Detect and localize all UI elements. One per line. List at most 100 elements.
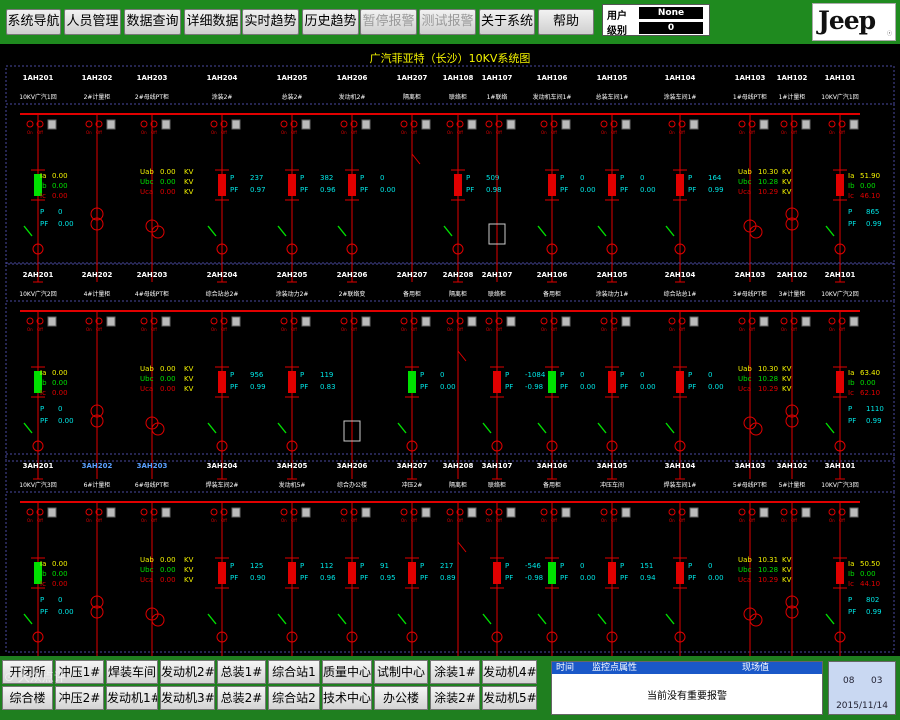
area-button-1-7[interactable]: 办公楼 <box>374 686 428 710</box>
pf-label: PF <box>560 383 568 391</box>
cabinet-id: 1AH203 <box>137 74 168 82</box>
panel-icon <box>689 316 699 327</box>
cabinet-id: 1AH105 <box>597 74 628 82</box>
p-value: 0 <box>640 174 644 182</box>
pf-label: PF <box>360 186 368 194</box>
kv-label: KV <box>782 385 792 393</box>
kv-label: KV <box>782 178 792 186</box>
area-button-1-9[interactable]: 发动机5# <box>482 686 537 710</box>
p-value: 0 <box>580 562 584 570</box>
area-button-0-5[interactable]: 综合站1 <box>268 660 320 684</box>
panel-icon <box>161 507 171 518</box>
cabinet-name: 隔离柜 <box>403 93 421 101</box>
ground-switch <box>597 422 607 434</box>
nav-button-2[interactable]: 数据查询 <box>124 9 181 35</box>
ground-switch <box>825 613 835 625</box>
area-button-1-5[interactable]: 综合站2 <box>268 686 320 710</box>
panel-icon <box>231 119 241 130</box>
cabinet-id: 2AH204 <box>207 271 238 279</box>
nav-button-4[interactable]: 实时趋势 <box>242 9 299 35</box>
on-label: On <box>486 327 492 332</box>
on-label: On <box>86 327 92 332</box>
nav-button-1[interactable]: 人员管理 <box>64 9 121 35</box>
panel-icon <box>161 119 171 130</box>
on-label: On <box>669 130 675 135</box>
cabinet-name: 4#母线PT柜 <box>135 290 169 298</box>
p-label: P <box>620 562 624 570</box>
on-indicator <box>210 120 218 128</box>
area-button-0-8[interactable]: 涂装1# <box>430 660 480 684</box>
breaker-block <box>218 174 226 196</box>
kv-label: KV <box>782 375 792 383</box>
nav-button-3[interactable]: 详细数据 <box>184 9 241 35</box>
pf-label: PF <box>300 574 308 582</box>
ia-label: Ia <box>40 369 46 377</box>
nav-button-6[interactable]: 暂停报警 <box>360 9 417 35</box>
p-label: P <box>688 371 692 379</box>
area-button-1-8[interactable]: 涂装2# <box>430 686 480 710</box>
ubc-label: Ubc <box>738 178 752 186</box>
pf-value: 0.00 <box>580 383 596 391</box>
area-button-0-4[interactable]: 总装1# <box>217 660 266 684</box>
feeder-3ah105: On OffPPF1510.94 <box>597 502 656 656</box>
area-button-1-3[interactable]: 发动机3# <box>160 686 215 710</box>
feeder-1ah104: On OffPPF1640.99 <box>665 114 724 283</box>
feeder-1ah105: On OffPPF00.00 <box>597 114 656 283</box>
ubc-label: Ubc <box>140 566 154 574</box>
kv-label: KV <box>184 168 194 176</box>
cabinet-name: 隔离柜 <box>449 290 467 298</box>
feeder-1ah101: On OffIaIbIc51.900.0046.10PPF8650.99 <box>825 114 882 283</box>
cabinet-id: 1AH205 <box>277 74 308 82</box>
breaker-block <box>218 371 226 393</box>
ground-switch <box>597 225 607 237</box>
breaker-block <box>408 562 416 584</box>
p-label: P <box>420 562 424 570</box>
p-value: 0 <box>640 371 644 379</box>
kv-label: KV <box>184 178 194 186</box>
feeder-1ah203: On OffUabUbcUca0.000.000.00KVKVKV <box>140 114 194 282</box>
feeder-3ah206: On OffPPF910.95 <box>337 502 396 656</box>
panel-icon <box>301 316 311 327</box>
panel-icon <box>801 316 811 327</box>
pf-value: 0.96 <box>320 574 336 582</box>
ib-value: 0.00 <box>52 379 68 387</box>
cabinet-id: 3AH107 <box>482 462 513 470</box>
breaker-block <box>548 371 556 393</box>
cabinet-name: 10KV广汽1回 <box>821 93 859 101</box>
alarm-panel: 时间 监控点属性 现场值 当前没有重要报警 <box>551 661 823 715</box>
pf-label: PF <box>560 186 568 194</box>
nav-button-7[interactable]: 测试报警 <box>419 9 476 35</box>
on-indicator <box>340 508 348 516</box>
uca-label: Uca <box>140 576 153 584</box>
pf-value: -0.98 <box>525 383 543 391</box>
cabinet-id: 1AH101 <box>825 74 856 82</box>
pf-label: PF <box>300 383 308 391</box>
isolator-blade <box>411 153 421 165</box>
nav-button-8[interactable]: 关于系统 <box>479 9 535 35</box>
p-label: P <box>230 371 234 379</box>
nav-button-5[interactable]: 历史趋势 <box>302 9 359 35</box>
nav-button-0[interactable]: 系统导航 <box>6 9 61 35</box>
kv-label: KV <box>782 556 792 564</box>
area-button-0-6[interactable]: 质量中心 <box>322 660 372 684</box>
area-button-1-6[interactable]: 技术中心 <box>322 686 372 710</box>
p-label: P <box>848 596 852 604</box>
cabinet-name: 1#母线PT柜 <box>733 93 767 101</box>
ground-switch <box>537 613 547 625</box>
p-value: 0 <box>580 174 584 182</box>
on-indicator <box>400 508 408 516</box>
cabinet-name: 备用柜 <box>543 481 561 489</box>
p-value: -1084 <box>525 371 546 379</box>
on-indicator <box>280 508 288 516</box>
panel-icon <box>301 119 311 130</box>
ib-label: Ib <box>848 379 855 387</box>
area-button-0-3[interactable]: 发动机2# <box>160 660 215 684</box>
area-button-1-4[interactable]: 总装2# <box>217 686 266 710</box>
area-button-0-7[interactable]: 试制中心 <box>374 660 428 684</box>
area-button-0-9[interactable]: 发动机4# <box>482 660 537 684</box>
ia-label: Ia <box>40 172 46 180</box>
pf-label: PF <box>620 186 628 194</box>
ground-switch <box>665 613 675 625</box>
nav-button-9[interactable]: 帮助 <box>538 9 594 35</box>
feeder-1ah204: On OffPPF2370.97 <box>207 114 266 283</box>
